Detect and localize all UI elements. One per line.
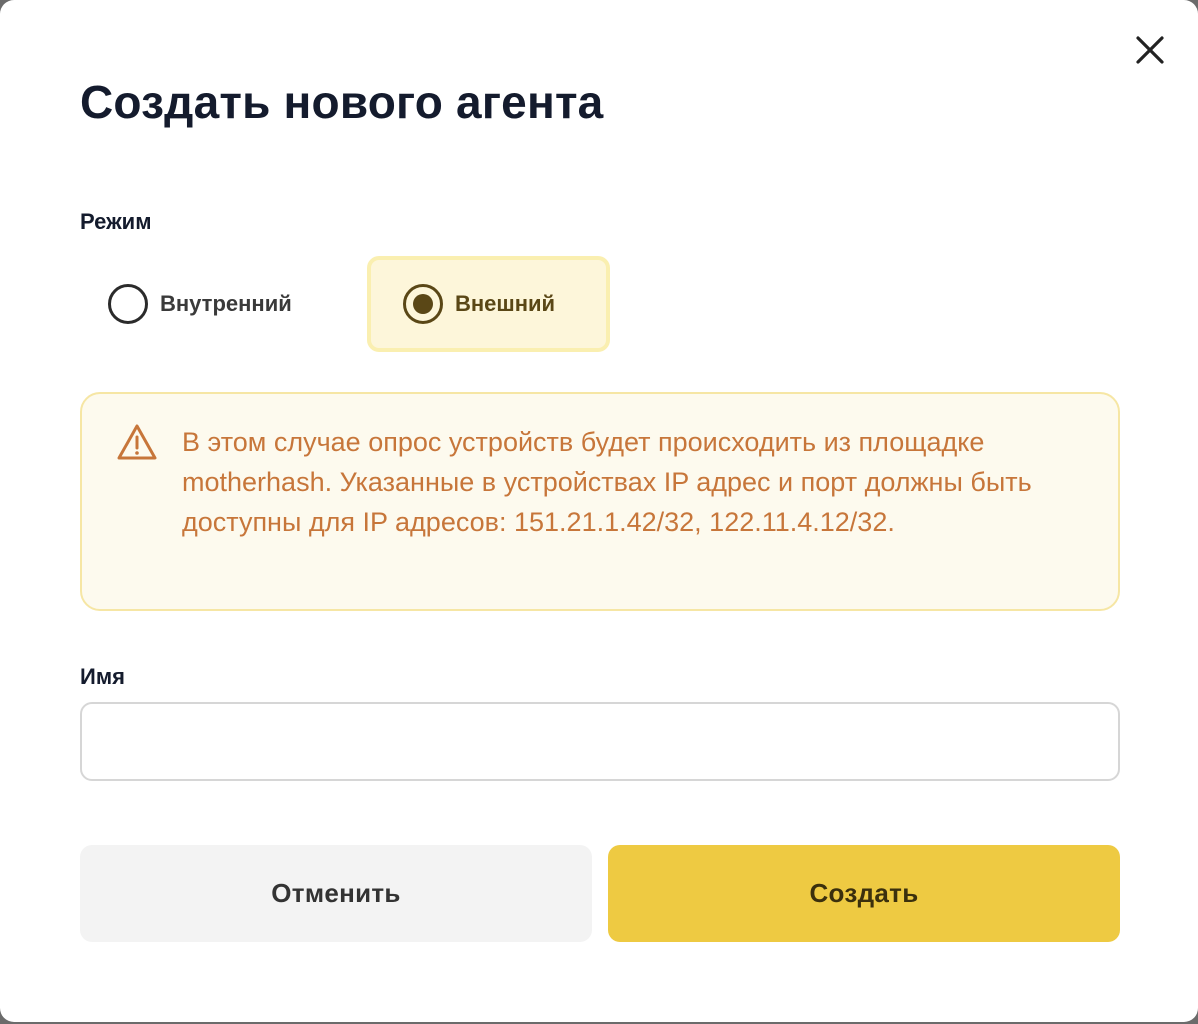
cancel-button[interactable]: Отменить <box>80 845 592 942</box>
warning-icon <box>117 424 157 460</box>
dialog-title: Создать нового агента <box>80 76 604 128</box>
radio-unchecked-icon[interactable] <box>108 284 148 324</box>
radio-checked-icon[interactable] <box>403 284 443 324</box>
create-button[interactable]: Создать <box>608 845 1120 942</box>
mode-label: Режим <box>80 209 152 234</box>
radio-option-internal[interactable]: Внутренний <box>96 266 304 342</box>
close-button[interactable] <box>1130 30 1170 70</box>
radio-dot <box>413 294 433 314</box>
alert-message: В этом случае опрос устройств будет прои… <box>182 427 1032 537</box>
radio-option-external-label: Внешний <box>455 291 556 316</box>
name-input[interactable] <box>80 702 1120 781</box>
radio-option-internal-label: Внутренний <box>160 291 292 316</box>
warning-alert: В этом случае опрос устройств будет прои… <box>80 392 1120 611</box>
name-label: Имя <box>80 664 125 689</box>
create-agent-dialog: Создать нового агента Режим Внутренний В… <box>0 0 1198 1022</box>
radio-option-external[interactable]: Внешний <box>367 256 610 352</box>
close-icon <box>1136 36 1164 64</box>
